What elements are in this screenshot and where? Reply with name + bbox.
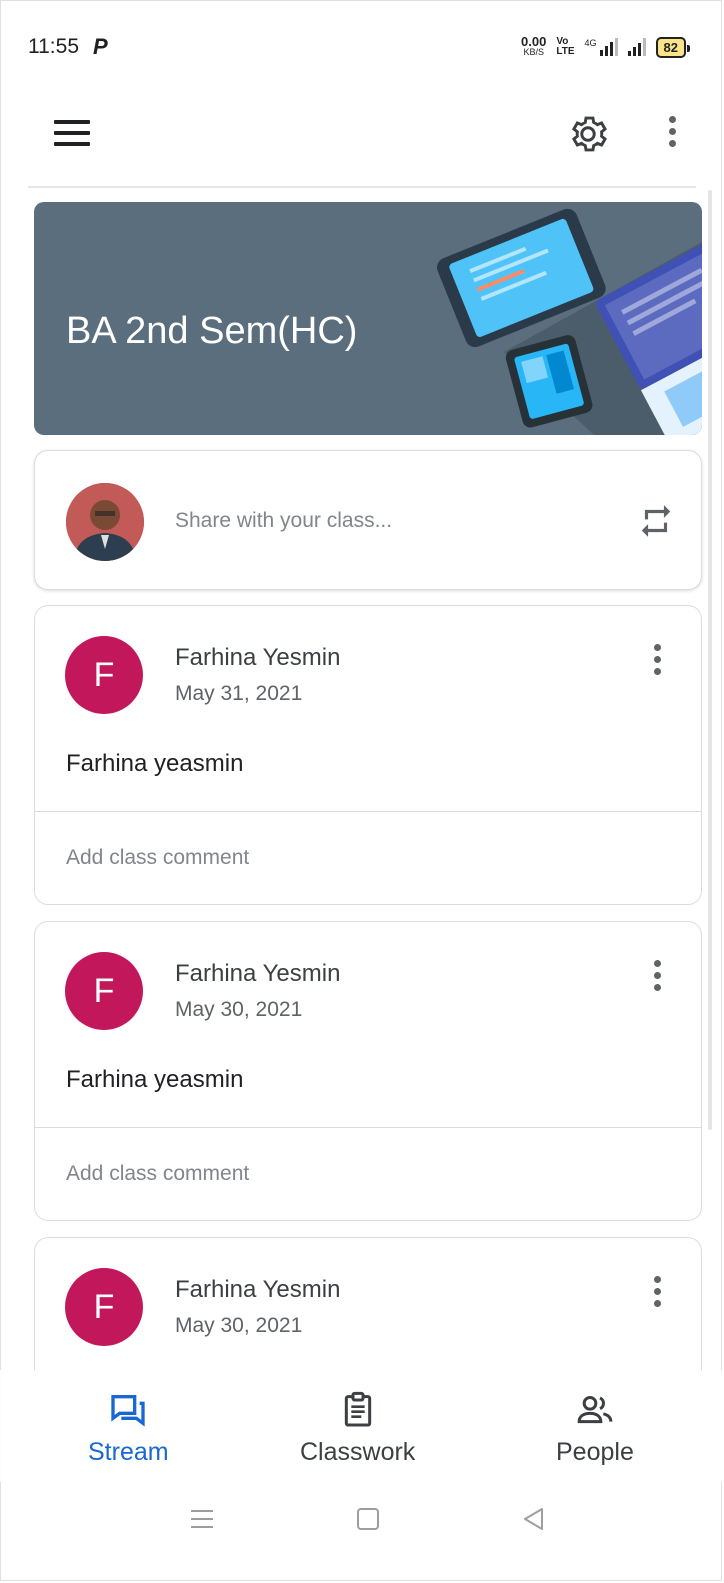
share-card[interactable]: Share with your class... bbox=[34, 450, 702, 590]
signal-4g-icon: 4G bbox=[585, 38, 618, 56]
stream-post[interactable]: F Farhina Yesmin May 30, 2021 Farhina ye… bbox=[34, 921, 702, 1221]
post-date: May 30, 2021 bbox=[175, 1314, 303, 1337]
post-author: Farhina Yesmin bbox=[175, 644, 341, 671]
home-square-icon[interactable] bbox=[354, 1504, 382, 1534]
battery-icon: 82 bbox=[655, 36, 691, 58]
payment-app-icon: P bbox=[93, 34, 108, 59]
back-triangle-icon[interactable] bbox=[520, 1504, 548, 1534]
hamburger-menu-icon[interactable] bbox=[54, 120, 90, 148]
system-navigation-bar bbox=[0, 1482, 722, 1562]
stream-post[interactable]: F Farhina Yesmin May 31, 2021 Farhina ye… bbox=[34, 605, 702, 905]
add-comment-input[interactable]: Add class comment bbox=[66, 846, 249, 870]
divider bbox=[35, 811, 701, 812]
class-title: BA 2nd Sem(HC) bbox=[66, 310, 358, 352]
post-author: Farhina Yesmin bbox=[175, 1276, 341, 1303]
people-icon bbox=[577, 1396, 613, 1424]
add-comment-input[interactable]: Add class comment bbox=[66, 1162, 249, 1186]
post-more-icon[interactable] bbox=[651, 960, 663, 996]
author-avatar[interactable]: F bbox=[65, 636, 143, 714]
post-body: Farhina yeasmin bbox=[66, 750, 244, 777]
status-time: 11:55 bbox=[28, 35, 79, 58]
gear-icon[interactable] bbox=[566, 112, 610, 156]
clipboard-icon bbox=[344, 1391, 371, 1427]
class-banner[interactable]: BA 2nd Sem(HC) bbox=[34, 202, 702, 435]
post-more-icon[interactable] bbox=[651, 644, 663, 680]
tab-stream-label: Stream bbox=[88, 1438, 169, 1466]
tab-classwork[interactable]: Classwork bbox=[300, 1390, 415, 1467]
status-bar: 11:55 P 0.00 KB/S Vo LTE 4G 82 bbox=[28, 22, 691, 72]
author-avatar[interactable]: F bbox=[65, 1268, 143, 1346]
repost-icon[interactable] bbox=[637, 501, 675, 541]
post-date: May 31, 2021 bbox=[175, 682, 303, 705]
scrollbar[interactable] bbox=[708, 190, 712, 1130]
signal-icon bbox=[627, 38, 646, 56]
post-more-icon[interactable] bbox=[651, 1276, 663, 1312]
author-avatar[interactable]: F bbox=[65, 952, 143, 1030]
post-body: Farhina yeasmin bbox=[66, 1066, 244, 1093]
bottom-navigation: Stream Classwork People bbox=[0, 1370, 722, 1482]
app-bar bbox=[28, 92, 696, 188]
post-date: May 30, 2021 bbox=[175, 998, 303, 1021]
data-rate: 0.00 KB/S bbox=[521, 34, 547, 57]
recents-menu-icon[interactable] bbox=[188, 1504, 216, 1534]
tab-stream[interactable]: Stream bbox=[88, 1390, 169, 1467]
tab-people-label: People bbox=[556, 1438, 634, 1466]
tab-people[interactable]: People bbox=[556, 1390, 634, 1467]
share-input[interactable]: Share with your class... bbox=[175, 509, 392, 533]
volte-indicator: Vo LTE bbox=[556, 36, 575, 57]
divider bbox=[35, 1127, 701, 1128]
post-author: Farhina Yesmin bbox=[175, 960, 341, 987]
tab-classwork-label: Classwork bbox=[300, 1438, 416, 1466]
more-options-icon[interactable] bbox=[666, 116, 678, 152]
stream-icon bbox=[111, 1395, 145, 1427]
user-avatar[interactable] bbox=[66, 483, 144, 561]
